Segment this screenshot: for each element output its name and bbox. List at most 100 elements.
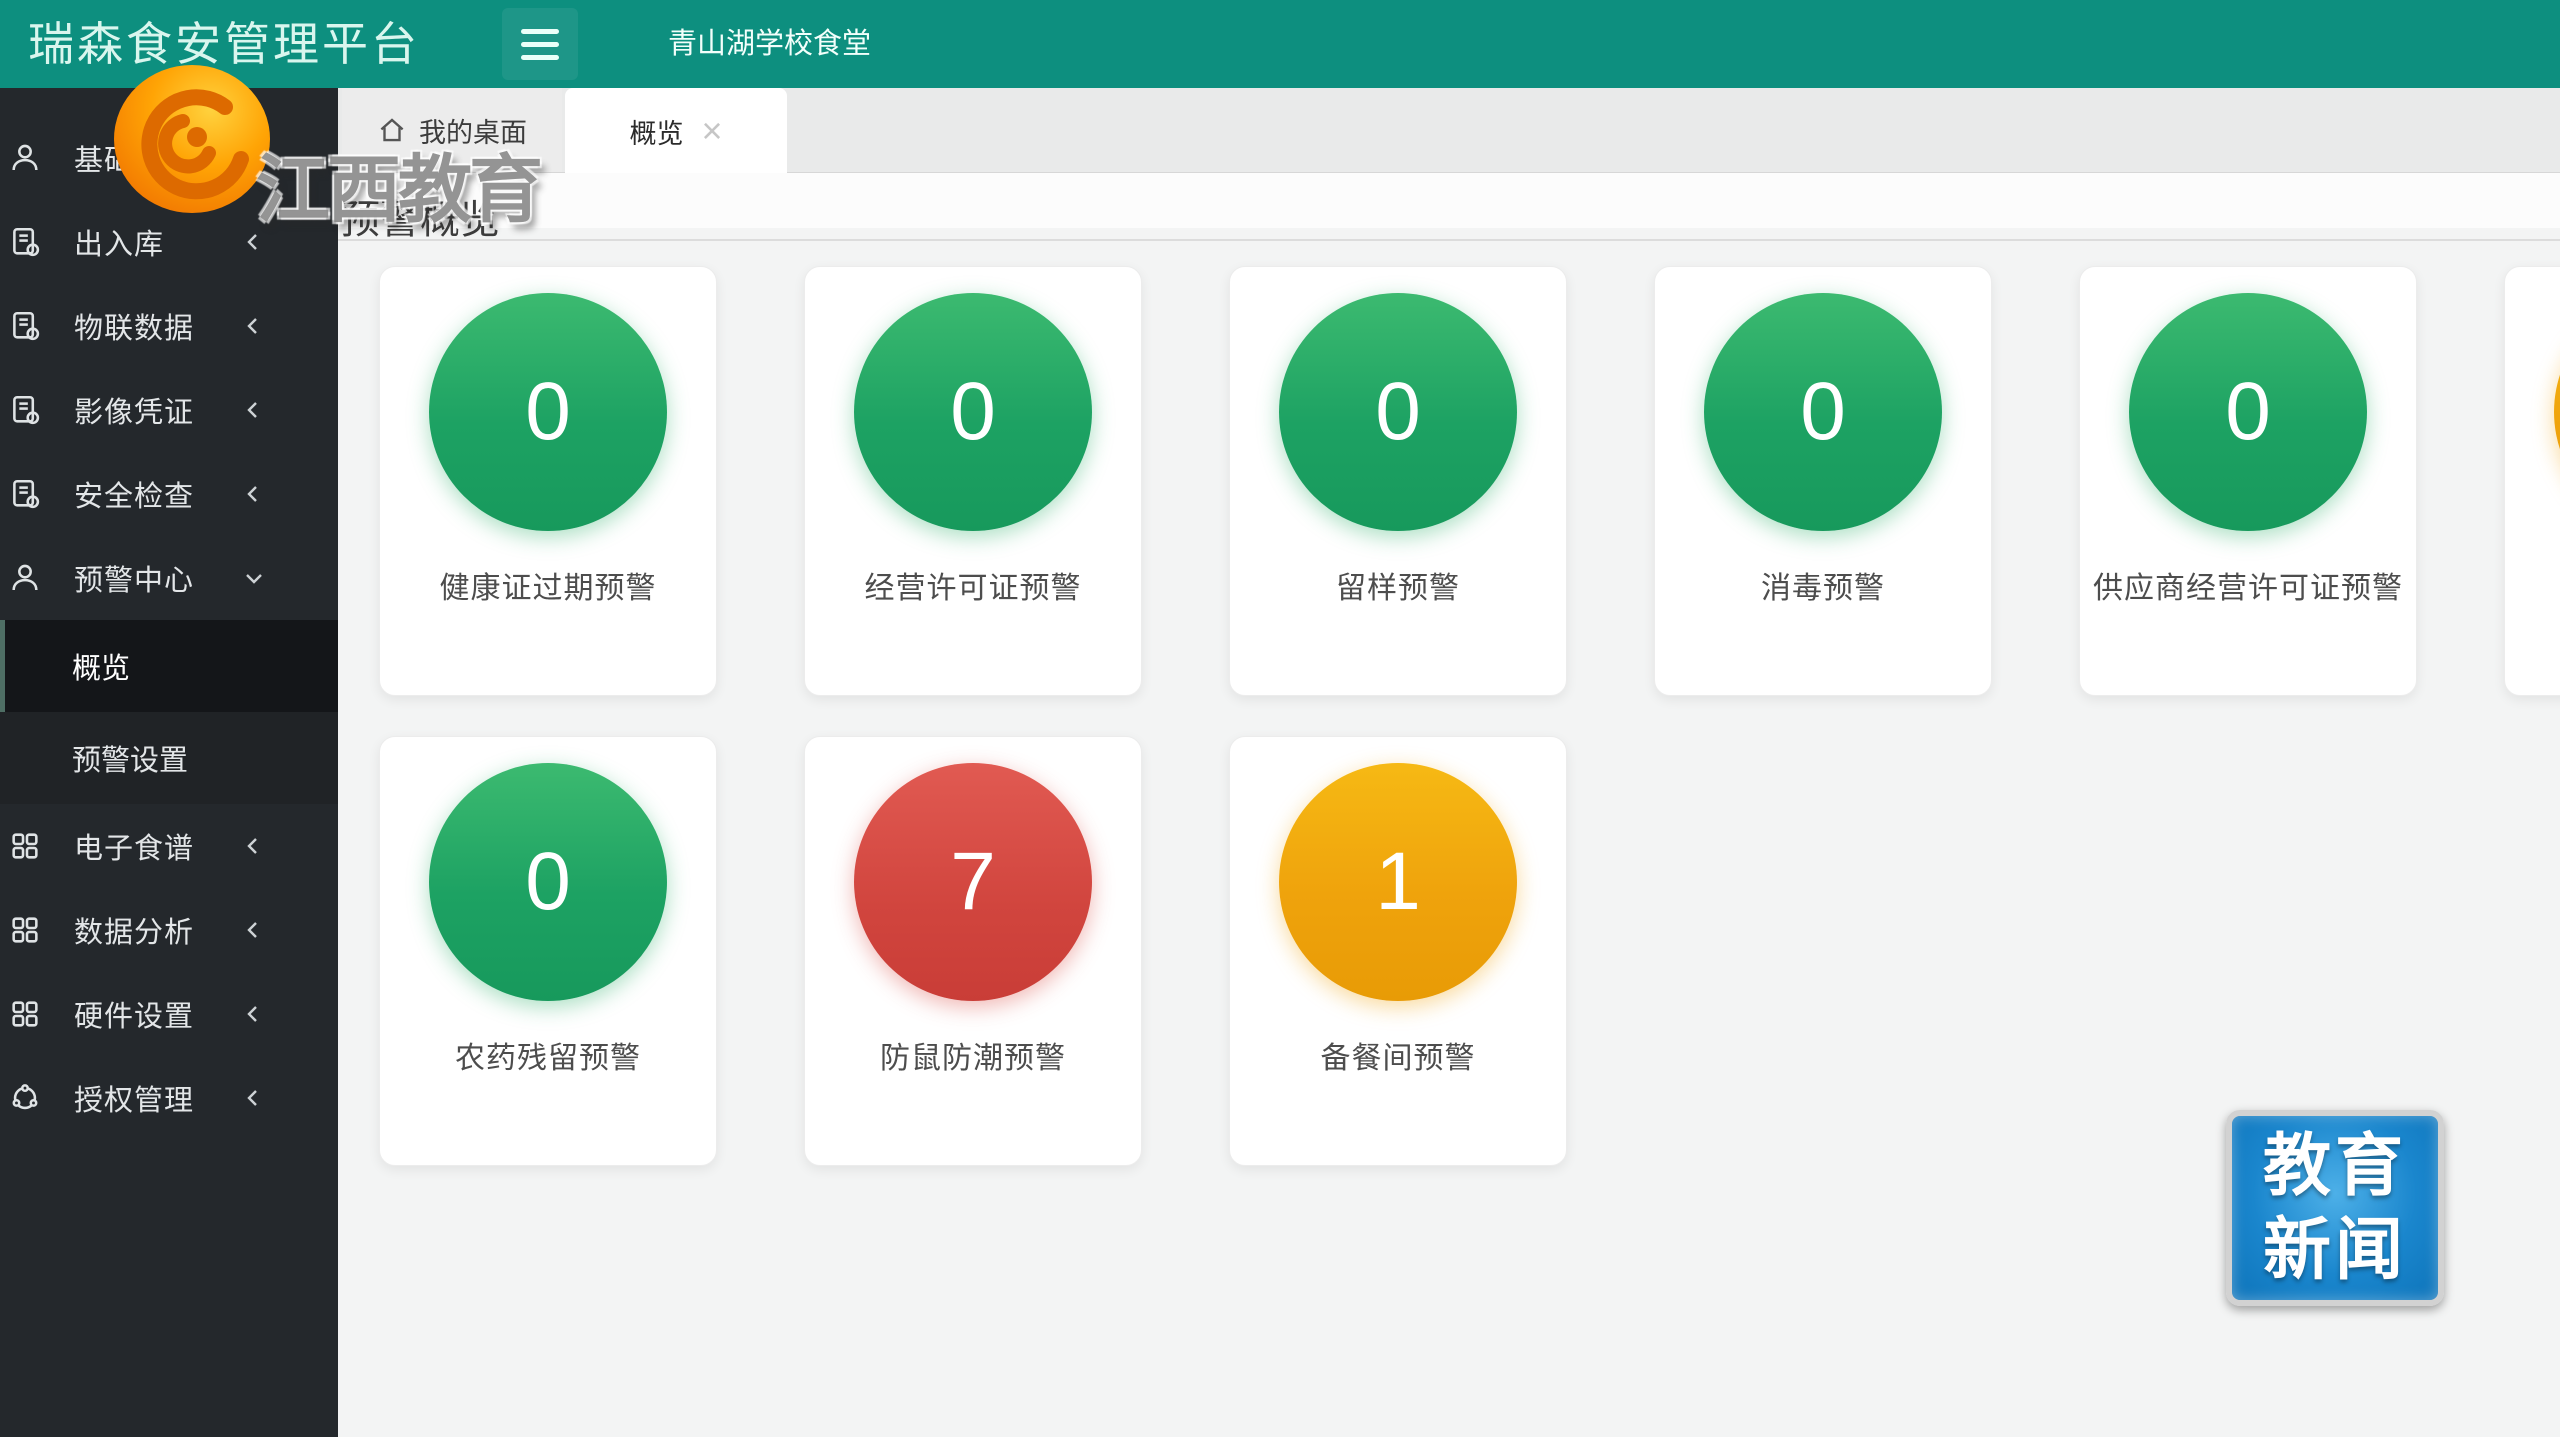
- alert-card-pesticide-residue[interactable]: 0 农药残留预警: [379, 736, 717, 1166]
- alert-count: 7: [950, 835, 996, 929]
- hamburger-menu-icon[interactable]: [502, 8, 578, 80]
- tab-my-desktop[interactable]: 我的桌面: [342, 88, 562, 172]
- sidebar: 基础资料 出入库 物联数据 影像凭证 安全检查: [0, 88, 338, 1437]
- sidebar-item-in-out-storage[interactable]: 出入库: [0, 200, 338, 284]
- card-row-2: 0 农药残留预警 7 防鼠防潮预警 1 备餐间预警: [379, 736, 2560, 1166]
- alert-card-label: 留样预警: [1230, 563, 1566, 607]
- user-icon: [8, 141, 42, 175]
- education-news-badge: 教育 新闻: [2226, 1110, 2444, 1306]
- page-heading-strip: 预警概览: [338, 173, 2560, 228]
- chevron-left-icon: [242, 146, 266, 170]
- tab-bar: 我的桌面 概览 ×: [338, 88, 2560, 173]
- close-icon[interactable]: ×: [701, 113, 722, 149]
- alert-count: 0: [1800, 365, 1846, 459]
- canteen-name: 青山湖学校食堂: [668, 0, 871, 88]
- submenu-item-overview[interactable]: 概览: [0, 620, 338, 712]
- alert-count: 0: [2225, 365, 2271, 459]
- sidebar-nav: 基础资料 出入库 物联数据 影像凭证 安全检查: [0, 88, 338, 1140]
- top-header-bar: 瑞森食安管理平台 青山湖学校食堂: [0, 0, 2560, 88]
- alert-count-circle: 0: [429, 293, 667, 531]
- sidebar-item-basic-data[interactable]: 基础资料: [0, 116, 338, 200]
- chevron-left-icon: [242, 482, 266, 506]
- alert-count: 0: [525, 365, 571, 459]
- alert-count: 0: [950, 365, 996, 459]
- card-row-1: 0 健康证过期预警 0 经营许可证预警 0 留样预警 0 消毒预警 0 供应: [379, 266, 2560, 696]
- alert-card-label: 农药残留预警: [380, 1033, 716, 1077]
- chevron-left-icon: [242, 398, 266, 422]
- sidebar-item-iot-data[interactable]: 物联数据: [0, 284, 338, 368]
- alert-center-submenu: 概览 预警设置: [0, 620, 338, 804]
- document-icon: [8, 309, 42, 343]
- sidebar-item-authorization[interactable]: 授权管理: [0, 1056, 338, 1140]
- sidebar-item-e-recipe[interactable]: 电子食谱: [0, 804, 338, 888]
- sidebar-item-label: 电子食谱: [74, 825, 194, 867]
- alert-count-circle: 0: [429, 763, 667, 1001]
- chevron-left-icon: [242, 834, 266, 858]
- tab-label: 我的桌面: [419, 111, 527, 150]
- sidebar-item-label: 硬件设置: [74, 993, 194, 1035]
- app-screen: 瑞森食安管理平台 青山湖学校食堂 基础资料 出入库 物联数据: [0, 0, 2560, 1437]
- alert-count-circle: 0: [1279, 293, 1517, 531]
- sidebar-item-label: 预警中心: [74, 557, 194, 599]
- ring-icon: [8, 1081, 42, 1115]
- alert-card-sample-retention[interactable]: 0 留样预警: [1229, 266, 1567, 696]
- chevron-left-icon: [242, 1086, 266, 1110]
- sidebar-item-label: 出入库: [74, 221, 164, 263]
- chevron-left-icon: [242, 918, 266, 942]
- alert-card-disinfection[interactable]: 0 消毒预警: [1654, 266, 1992, 696]
- chevron-left-icon: [242, 1002, 266, 1026]
- alert-count-circle: 0: [1704, 293, 1942, 531]
- alert-card-health-cert[interactable]: 0 健康证过期预警: [379, 266, 717, 696]
- submenu-item-label: 预警设置: [72, 737, 188, 779]
- user-icon: [8, 561, 42, 595]
- alert-card-pest-moisture[interactable]: 7 防鼠防潮预警: [804, 736, 1142, 1166]
- sidebar-item-label: 授权管理: [74, 1077, 194, 1119]
- chevron-left-icon: [242, 314, 266, 338]
- document-icon: [8, 225, 42, 259]
- home-icon: [377, 115, 407, 145]
- alert-card-label: 备餐间预警: [1230, 1033, 1566, 1077]
- submenu-item-label: 概览: [72, 645, 130, 687]
- alert-card-business-license[interactable]: 0 经营许可证预警: [804, 266, 1142, 696]
- alert-count-circle: 0: [2129, 293, 2367, 531]
- badge-line1: 教育: [2263, 1124, 2407, 1208]
- sidebar-item-label: 数据分析: [74, 909, 194, 951]
- sidebar-item-label: 影像凭证: [74, 389, 194, 431]
- alert-count: 1: [1375, 835, 1421, 929]
- alert-card-label: 供应商经营许可证预警: [2080, 563, 2416, 607]
- alert-card-label: 防鼠防潮预警: [805, 1033, 1141, 1077]
- chevron-down-icon: [242, 566, 266, 590]
- alert-count-circle: 0: [854, 293, 1092, 531]
- tab-overview[interactable]: 概览 ×: [565, 88, 787, 174]
- alert-count-circle: 7: [854, 763, 1092, 1001]
- document-icon: [8, 393, 42, 427]
- app-title: 瑞森食安管理平台: [28, 0, 420, 88]
- sidebar-item-hardware-settings[interactable]: 硬件设置: [0, 972, 338, 1056]
- sidebar-item-safety-check[interactable]: 安全检查: [0, 452, 338, 536]
- alert-card-label: 经营许可证预警: [805, 563, 1141, 607]
- sidebar-item-data-analysis[interactable]: 数据分析: [0, 888, 338, 972]
- document-icon: [8, 477, 42, 511]
- alert-card-label: 消毒预警: [1655, 563, 1991, 607]
- alert-card-meal-prep-room[interactable]: 1 备餐间预警: [1229, 736, 1567, 1166]
- chevron-left-icon: [242, 230, 266, 254]
- sidebar-item-label: 安全检查: [74, 473, 194, 515]
- alert-card-label: 健康证过期预警: [380, 563, 716, 607]
- badge-line2: 新闻: [2263, 1208, 2407, 1292]
- sidebar-item-label: 物联数据: [74, 305, 194, 347]
- alert-card-supplier-license[interactable]: 0 供应商经营许可证预警: [2079, 266, 2417, 696]
- grid-icon: [8, 829, 42, 863]
- sidebar-item-alert-center[interactable]: 预警中心: [0, 536, 338, 620]
- sidebar-item-label: 基础资料: [74, 137, 194, 179]
- page-title: 预警概览: [340, 187, 500, 245]
- sidebar-item-image-voucher[interactable]: 影像凭证: [0, 368, 338, 452]
- grid-icon: [8, 913, 42, 947]
- submenu-item-alert-settings[interactable]: 预警设置: [0, 712, 338, 804]
- alert-count-circle: 1: [1279, 763, 1517, 1001]
- alert-card-partial[interactable]: [2504, 266, 2560, 696]
- alert-count: 0: [1375, 365, 1421, 459]
- alert-count: 0: [525, 835, 571, 929]
- alert-count-circle: [2554, 293, 2560, 531]
- tab-label: 概览: [629, 112, 683, 151]
- grid-icon: [8, 997, 42, 1031]
